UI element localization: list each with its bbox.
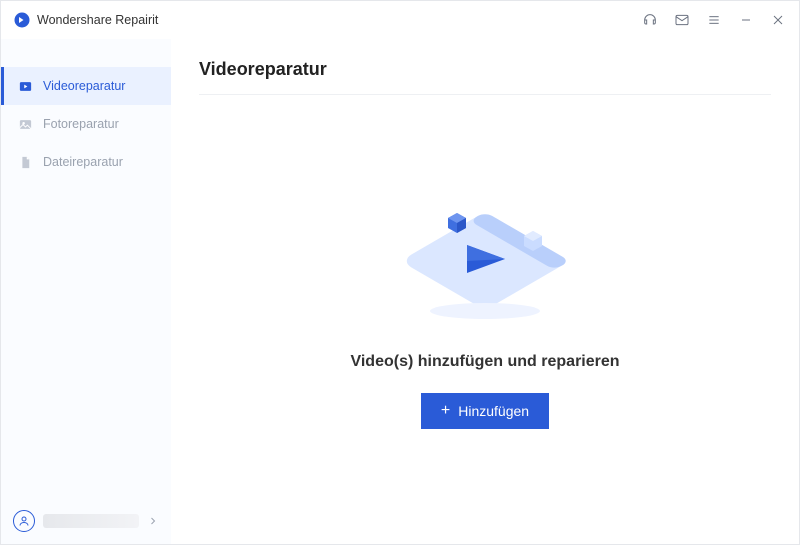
account-avatar-icon[interactable] [13,510,35,532]
minimize-icon[interactable] [737,11,755,29]
app-logo-icon [13,11,31,29]
chevron-right-icon[interactable] [147,515,159,527]
app-window: Wondershare Repairit [0,0,800,545]
plus-icon: + [441,403,450,419]
video-repair-icon [17,78,33,94]
sidebar: Videoreparatur Fotoreparatur Dateirepara… [1,39,171,544]
sidebar-item-label: Dateireparatur [43,155,123,169]
sidebar-nav: Videoreparatur Fotoreparatur Dateirepara… [1,39,171,181]
sidebar-item-label: Videoreparatur [43,79,125,93]
sidebar-item-file-repair[interactable]: Dateireparatur [1,143,171,181]
support-icon[interactable] [641,11,659,29]
page-title: Videoreparatur [199,59,771,95]
titlebar-left: Wondershare Repairit [13,11,158,29]
app-title: Wondershare Repairit [37,13,158,27]
mail-icon[interactable] [673,11,691,29]
empty-state-text: Video(s) hinzufügen und reparieren [350,353,619,371]
add-button[interactable]: + Hinzufügen [421,393,549,429]
photo-repair-icon [17,116,33,132]
titlebar: Wondershare Repairit [1,1,799,39]
titlebar-right [641,11,787,29]
empty-state: Video(s) hinzufügen und reparieren + Hin… [199,95,771,544]
file-repair-icon [17,154,33,170]
sidebar-footer [1,500,171,544]
main-content: Videoreparatur [171,39,799,544]
sidebar-item-label: Fotoreparatur [43,117,119,131]
menu-icon[interactable] [705,11,723,29]
body: Videoreparatur Fotoreparatur Dateirepara… [1,39,799,544]
video-illustration [385,181,585,331]
close-icon[interactable] [769,11,787,29]
add-button-label: Hinzufügen [458,403,529,419]
account-name-placeholder [43,514,139,528]
sidebar-item-photo-repair[interactable]: Fotoreparatur [1,105,171,143]
sidebar-item-video-repair[interactable]: Videoreparatur [1,67,171,105]
